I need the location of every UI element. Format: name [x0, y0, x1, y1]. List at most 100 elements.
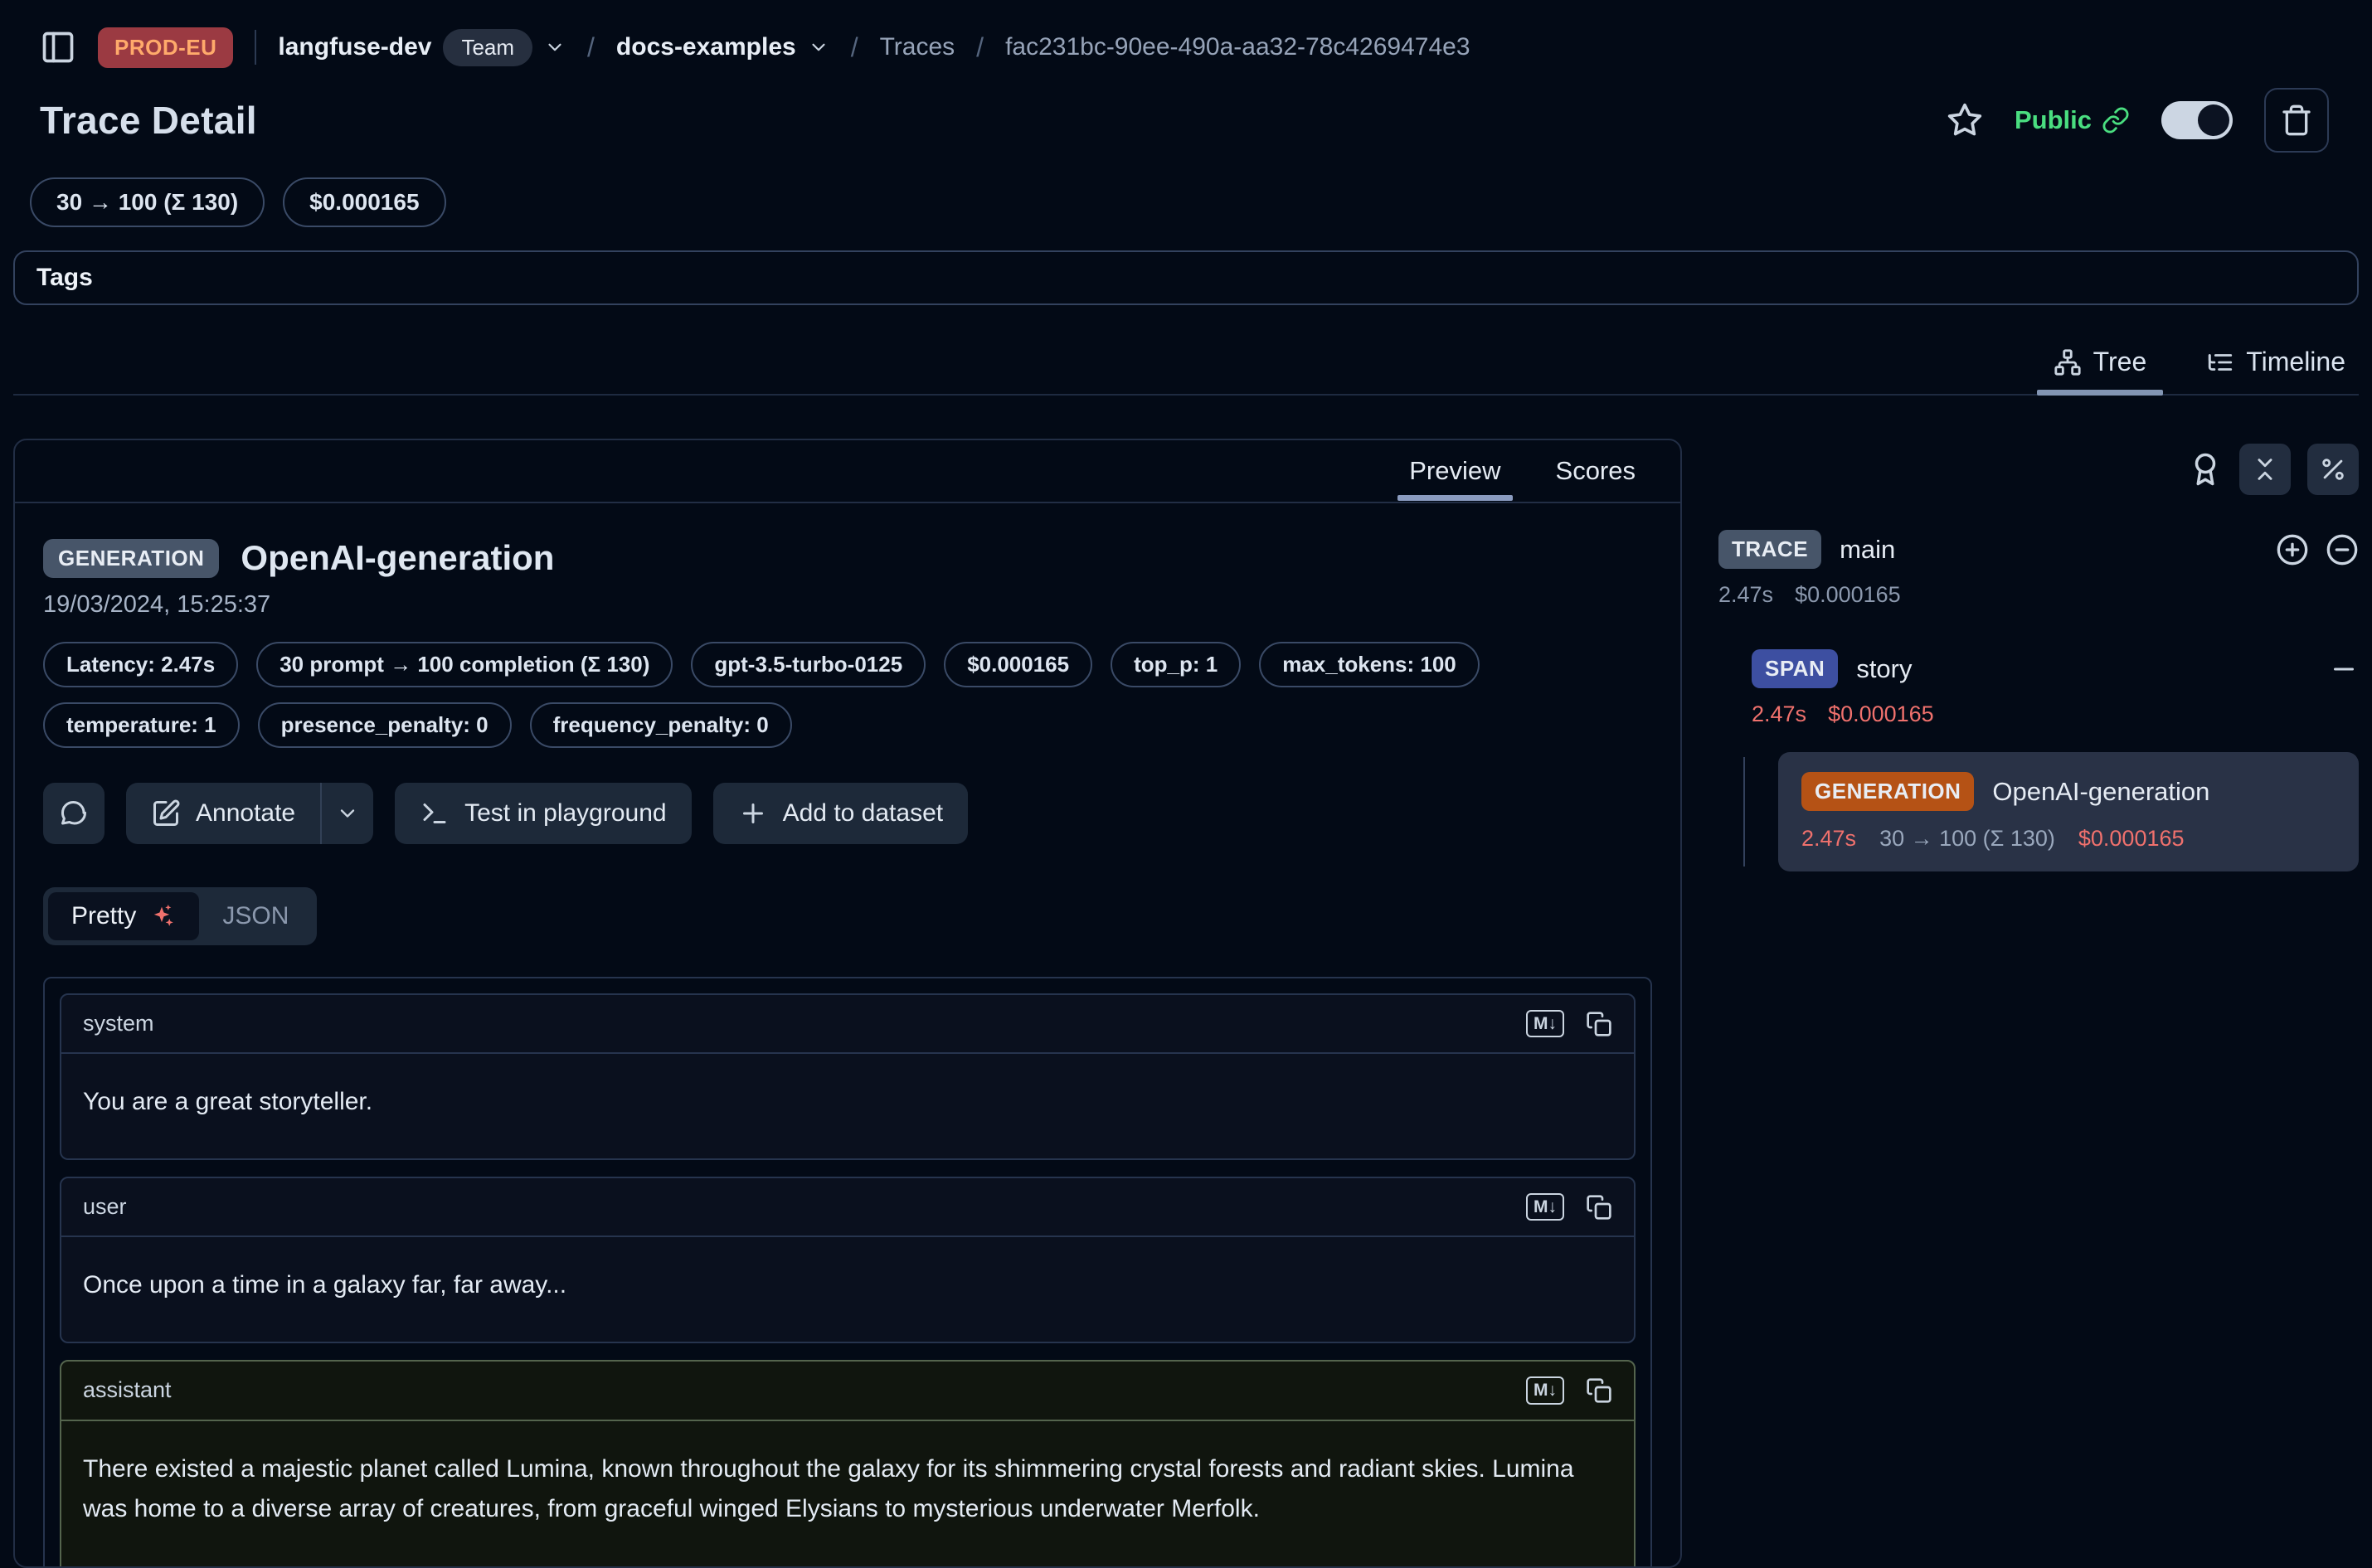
annotate-label: Annotate [196, 799, 295, 828]
chevron-down-icon [336, 802, 359, 825]
add-to-dataset-label: Add to dataset [783, 799, 943, 828]
pretty-label: Pretty [71, 902, 136, 930]
generation-latency: 2.47s [1801, 826, 1856, 852]
user-message: user M↓ Once upon a time in a galaxy far… [60, 1177, 1636, 1343]
test-in-playground-label: Test in playground [464, 799, 667, 828]
copy-icon[interactable] [1586, 1377, 1612, 1404]
trace-name: main [1840, 535, 1895, 565]
public-link[interactable]: Public [2015, 105, 2130, 135]
chevron-down-icon[interactable] [544, 36, 566, 58]
circle-minus-icon[interactable] [2326, 533, 2359, 566]
breadcrumb-separator: / [587, 32, 595, 63]
trace-tree-panel: TRACE main 2.47s $0.000165 SPAN [1718, 439, 2359, 1568]
plus-icon [738, 799, 768, 828]
annotate-pen-icon [151, 799, 181, 828]
link-icon [2102, 106, 2130, 134]
tree-node-span[interactable]: SPAN story 2.47s $0.000165 GENERATION Op… [1752, 649, 2359, 871]
chevrons-down-up-icon [2251, 455, 2279, 483]
system-role-label: system [83, 1011, 154, 1036]
generation-name: OpenAI-generation [1992, 777, 2209, 807]
observation-detail-card: Preview Scores GENERATION OpenAI-generat… [13, 439, 1682, 1568]
model-badge[interactable]: gpt-3.5-turbo-0125 [691, 642, 926, 687]
annotate-split-button: Annotate [126, 783, 373, 844]
breadcrumb-traces[interactable]: Traces [880, 33, 955, 61]
generation-cost: $0.000165 [2078, 826, 2185, 852]
observation-name: OpenAI-generation [241, 538, 554, 578]
toggle-knob [2198, 104, 2229, 136]
trace-detail-page: PROD-EU langfuse-dev Team / docs-example… [0, 0, 2372, 1568]
public-label: Public [2015, 105, 2092, 135]
trash-icon [2280, 104, 2313, 137]
comment-button[interactable] [43, 783, 105, 844]
breadcrumb-separator: / [976, 32, 984, 63]
annotate-dropdown-button[interactable] [320, 783, 373, 844]
copy-icon[interactable] [1586, 1194, 1612, 1221]
breadcrumb-separator: / [851, 32, 858, 63]
minus-icon[interactable] [2329, 654, 2359, 684]
public-toggle[interactable] [2161, 101, 2233, 139]
max-tokens-badge: max_tokens: 100 [1259, 642, 1480, 687]
breadcrumb-trace-id: fac231bc-90ee-490a-aa32-78c4269474e3 [1005, 33, 1470, 61]
circle-plus-icon[interactable] [2276, 533, 2309, 566]
markdown-toggle-icon[interactable]: M↓ [1526, 1193, 1564, 1221]
copy-icon[interactable] [1586, 1011, 1612, 1037]
assistant-role-label: assistant [83, 1377, 172, 1403]
markdown-toggle-icon[interactable]: M↓ [1526, 1010, 1564, 1037]
user-message-content: Once upon a time in a galaxy far, far aw… [61, 1237, 1634, 1342]
panel-tabs: Preview Scores [15, 440, 1680, 503]
chevron-down-icon[interactable] [808, 36, 829, 58]
generation-tokens: 30 → 100 (Σ 130) [1879, 826, 2055, 852]
add-to-dataset-button[interactable]: Add to dataset [713, 783, 968, 844]
span-latency: 2.47s [1752, 701, 1806, 727]
star-icon[interactable] [1947, 102, 1983, 138]
format-toggle: Pretty JSON [43, 887, 317, 945]
tab-tree[interactable]: Tree [2049, 338, 2152, 394]
system-message-content: You are a great storyteller. [61, 1054, 1634, 1158]
tab-scores[interactable]: Scores [1553, 441, 1639, 501]
generation-type-badge: GENERATION [1801, 772, 1974, 811]
breadcrumb-org[interactable]: langfuse-dev [278, 33, 431, 61]
environment-badge: PROD-EU [98, 27, 233, 68]
metrics-toggle-button[interactable] [2307, 444, 2359, 495]
observation-type-badge: GENERATION [43, 539, 219, 578]
annotate-button[interactable]: Annotate [126, 783, 320, 844]
breadcrumb-project[interactable]: docs-examples [616, 33, 796, 61]
latency-badge: Latency: 2.47s [43, 642, 238, 687]
timeline-icon [2206, 348, 2234, 376]
temperature-badge: temperature: 1 [43, 702, 240, 748]
collapse-all-button[interactable] [2239, 444, 2291, 495]
trace-type-badge: TRACE [1718, 530, 1821, 569]
tags-label: Tags [36, 264, 93, 292]
markdown-toggle-icon[interactable]: M↓ [1526, 1376, 1564, 1404]
pretty-toggle[interactable]: Pretty [48, 892, 199, 940]
sparkles-icon [148, 902, 176, 930]
top-p-badge: top_p: 1 [1111, 642, 1241, 687]
percent-icon [2319, 455, 2347, 483]
json-toggle[interactable]: JSON [199, 892, 312, 940]
frequency-penalty-badge: frequency_penalty: 0 [530, 702, 792, 748]
sidebar-toggle-icon[interactable] [40, 29, 76, 66]
tree-node-trace[interactable]: TRACE main 2.47s $0.000165 [1718, 530, 2359, 608]
token-usage-badge[interactable]: 30 → 100 (Σ 130) [30, 177, 265, 227]
tab-preview[interactable]: Preview [1406, 441, 1504, 501]
trace-cost: $0.000165 [1795, 582, 1901, 608]
view-tabs: Tree Timeline [13, 338, 2359, 396]
org-type-badge: Team [443, 29, 532, 66]
messages-container: system M↓ You are a great storyteller. u… [43, 977, 1652, 1566]
assistant-message-paragraph: There existed a majestic planet called L… [83, 1449, 1612, 1529]
tab-timeline[interactable]: Timeline [2201, 338, 2350, 394]
test-in-playground-button[interactable]: Test in playground [395, 783, 692, 844]
tree-node-generation-selected[interactable]: GENERATION OpenAI-generation 2.47s 30 → … [1778, 752, 2359, 871]
terminal-icon [420, 799, 450, 828]
award-icon[interactable] [2188, 452, 2223, 487]
span-cost: $0.000165 [1828, 701, 1934, 727]
tab-timeline-label: Timeline [2246, 347, 2345, 377]
delete-trace-button[interactable] [2264, 88, 2329, 153]
span-name: story [1856, 654, 1912, 684]
span-type-badge: SPAN [1752, 649, 1838, 688]
breadcrumb-divider [255, 30, 256, 65]
cost-badge[interactable]: $0.000165 [283, 177, 445, 227]
trace-latency: 2.47s [1718, 582, 1773, 608]
comment-icon [59, 799, 89, 828]
tags-section[interactable]: Tags [13, 250, 2359, 305]
